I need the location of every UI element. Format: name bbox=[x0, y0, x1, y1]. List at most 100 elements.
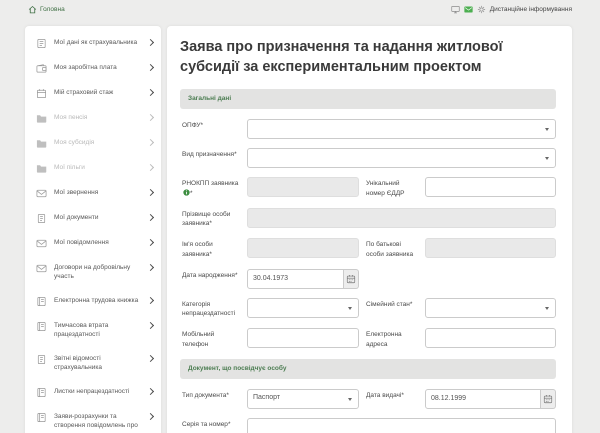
form-row: Серія та номер* bbox=[182, 417, 556, 433]
issue-date-label: Дата видачі* bbox=[366, 391, 404, 399]
form-row: Дата народження* bbox=[182, 268, 556, 289]
sidebar-item-my-benefits[interactable]: Мої пільги bbox=[25, 156, 161, 181]
chevron-right-icon bbox=[146, 138, 155, 147]
required-asterisk: * bbox=[209, 250, 212, 258]
issue-date-input[interactable] bbox=[425, 388, 542, 409]
sidebar-item-my-insurance-record[interactable]: Мій страховий стаж bbox=[25, 81, 161, 106]
chevron-right-icon bbox=[146, 188, 155, 197]
required-asterisk: * bbox=[227, 420, 231, 428]
appointment-type-select[interactable] bbox=[247, 148, 556, 169]
home-label: Головна bbox=[40, 5, 65, 13]
chevron-right-icon bbox=[146, 321, 155, 329]
required-asterisk: * bbox=[401, 391, 404, 399]
chevron-right-icon bbox=[146, 387, 155, 395]
chevron-right-icon bbox=[146, 63, 155, 72]
eddr-input[interactable] bbox=[425, 177, 556, 198]
form-row: ОПФУ* bbox=[182, 119, 556, 140]
sidebar: Мої дані як страхувальника Моя заробітна… bbox=[25, 26, 161, 433]
form-row: Тип документа* Паспорт Дата видачі* bbox=[182, 388, 556, 409]
chevron-right-icon bbox=[146, 238, 155, 247]
marital-status-label: Сімейний стан* bbox=[366, 300, 413, 308]
last-name-input bbox=[247, 207, 556, 228]
sidebar-item-my-documents[interactable]: Мої документи bbox=[25, 206, 161, 231]
application-form-card: Заява про призначення та надання житлово… bbox=[167, 26, 572, 433]
sidebar-item-my-insurer-data[interactable]: Мої дані як страхувальника bbox=[25, 31, 161, 56]
sidebar-item-insurer-reports[interactable]: Звітні відомості страхувальника bbox=[25, 347, 161, 380]
chevron-right-icon bbox=[146, 38, 155, 47]
mail-icon[interactable] bbox=[464, 5, 473, 14]
form-row: Мобільний телефон Електронна адреса bbox=[182, 328, 556, 350]
sidebar-item-electronic-work-book[interactable]: Електронна трудова книжка bbox=[25, 289, 161, 314]
folder-icon bbox=[36, 138, 47, 149]
sidebar-item-label: Мої пільги bbox=[54, 164, 85, 171]
sidebar-item-label: Моя заробітна плата bbox=[54, 64, 117, 71]
envelope-icon bbox=[36, 238, 47, 249]
sidebar-item-label: Договори на добровільну участь bbox=[54, 264, 131, 281]
wallet-icon bbox=[36, 63, 47, 74]
required-asterisk: * bbox=[234, 151, 237, 159]
sidebar-item-temporary-disability[interactable]: Тимчасова втрата працездатності bbox=[25, 314, 161, 347]
folder-icon bbox=[36, 163, 47, 174]
chevron-right-icon bbox=[146, 412, 155, 420]
calendar-icon bbox=[36, 88, 47, 99]
email-input[interactable] bbox=[425, 328, 556, 349]
home-link[interactable]: Головна bbox=[28, 5, 65, 14]
sidebar-item-my-appeals[interactable]: Мої звернення bbox=[25, 181, 161, 206]
email-label: Електронна адреса bbox=[366, 331, 402, 348]
document-icon bbox=[36, 213, 47, 224]
marital-status-select[interactable] bbox=[425, 297, 556, 318]
gear-icon[interactable] bbox=[477, 5, 486, 14]
appointment-type-label: Вид призначення* bbox=[182, 151, 237, 159]
document-icon bbox=[36, 354, 47, 365]
birth-date-group bbox=[247, 268, 359, 289]
opfu-select[interactable] bbox=[247, 119, 556, 140]
middle-name-label: По батькові особи заявника bbox=[366, 241, 414, 258]
last-name-label: Прізвище особи заявника* bbox=[182, 210, 231, 228]
envelope-icon bbox=[36, 188, 47, 199]
sidebar-item-label: Листки непрацездатності bbox=[54, 387, 130, 395]
sidebar-item-my-pension[interactable]: Моя пенсія bbox=[25, 106, 161, 131]
sidebar-item-label: Моя пенсія bbox=[54, 114, 88, 121]
sidebar-item-my-subsidy[interactable]: Моя субсидія bbox=[25, 131, 161, 156]
book-icon bbox=[36, 387, 47, 398]
sidebar-item-label: Мої повідомлення bbox=[54, 239, 109, 246]
rnokpp-input bbox=[247, 177, 359, 198]
info-icon[interactable] bbox=[183, 189, 190, 196]
chevron-right-icon bbox=[146, 163, 155, 172]
sidebar-item-applications-calculations[interactable]: Заяви-розрахунки та створення повідомлен… bbox=[25, 405, 161, 433]
book-icon bbox=[36, 412, 47, 423]
calendar-icon[interactable] bbox=[541, 388, 556, 409]
page-title: Заява про призначення та надання житлово… bbox=[180, 39, 503, 75]
topbar-right: Дистанційне інформування bbox=[451, 5, 572, 14]
required-asterisk: * bbox=[226, 391, 229, 399]
sidebar-item-voluntary-contracts[interactable]: Договори на добровільну участь bbox=[25, 256, 161, 289]
sidebar-item-label: Тимчасова втрата працездатності bbox=[54, 321, 109, 339]
series-number-input[interactable] bbox=[247, 417, 556, 433]
sidebar-item-my-salary[interactable]: Моя заробітна плата bbox=[25, 56, 161, 81]
sidebar-item-sick-leave-certificates[interactable]: Листки непрацездатності bbox=[25, 380, 161, 405]
sidebar-item-label: Електронна трудова книжка bbox=[54, 296, 139, 304]
eddr-label: Унікальний номер ЄДДР bbox=[366, 180, 405, 197]
home-icon bbox=[28, 5, 37, 14]
section-general-data: Загальні дані bbox=[180, 89, 556, 110]
sidebar-item-label: Мої дані як страхувальника bbox=[54, 39, 138, 46]
form-row: Категорія непрацездатності Сімейний стан… bbox=[182, 297, 556, 320]
form-row: РНОКПП заявника * Унікальний номер ЄДДР bbox=[182, 177, 556, 199]
series-number-label: Серія та номер* bbox=[182, 420, 231, 428]
monitor-icon[interactable] bbox=[451, 5, 460, 14]
sidebar-item-label: Мої документи bbox=[54, 214, 99, 221]
book-icon bbox=[36, 296, 47, 307]
calendar-icon[interactable] bbox=[344, 268, 359, 289]
mobile-phone-input[interactable] bbox=[247, 328, 359, 349]
required-asterisk: * bbox=[209, 220, 212, 228]
doc-type-label: Тип документа* bbox=[182, 391, 229, 399]
envelope-icon bbox=[36, 263, 47, 274]
chevron-right-icon bbox=[146, 88, 155, 97]
topbar: Головна Дистанційне інформування bbox=[0, 0, 600, 16]
remote-info-link[interactable]: Дистанційне інформування bbox=[490, 6, 572, 13]
birth-date-input[interactable] bbox=[247, 268, 345, 289]
sidebar-item-my-notifications[interactable]: Мої повідомлення bbox=[25, 231, 161, 256]
doc-type-select[interactable]: Паспорт bbox=[247, 388, 359, 409]
sidebar-item-label: Заяви-розрахунки та створення повідомлен… bbox=[54, 412, 138, 429]
disability-category-select[interactable] bbox=[247, 297, 359, 318]
